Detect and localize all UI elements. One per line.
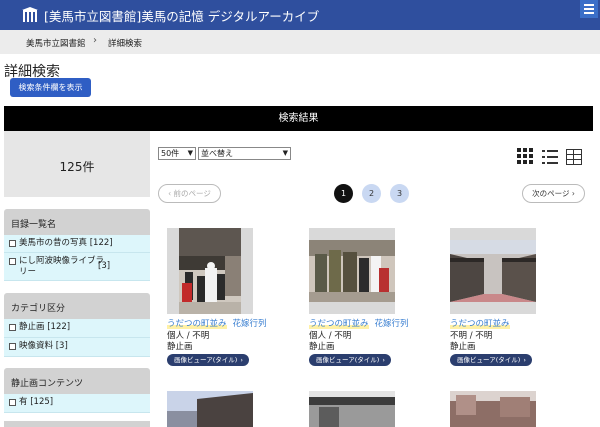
result-card[interactable]: うだつの町並み 花嫁行列 個人 / 不明 静止画 画像ビューア(タイル) ›: [309, 228, 439, 368]
result-card[interactable]: うだつの町並み 不明 / 不明 静止画 画像ビューア(タイル) ›: [450, 228, 580, 368]
street-photo: [167, 391, 253, 427]
result-type: 静止画: [309, 342, 335, 352]
results-header: 検索結果: [4, 106, 593, 131]
facet-item[interactable]: 有 [125]: [4, 394, 150, 413]
facet-sidebar: 125件 目録一覧名 美馬市の昔の写真 [122] にし阿波映像ライブラリー […: [4, 131, 150, 427]
facet-item[interactable]: 美馬市の昔の写真 [122]: [4, 235, 150, 253]
result-thumbnail[interactable]: [167, 228, 253, 314]
result-type: 静止画: [450, 342, 476, 352]
result-thumbnail[interactable]: [309, 391, 395, 427]
breadcrumb: 美馬市立図書館 › 詳細検索: [0, 30, 600, 54]
facet-checkbox[interactable]: [9, 343, 16, 350]
image-viewer-button[interactable]: 画像ビューア(タイル) ›: [450, 354, 532, 366]
chevron-right-icon: ›: [571, 189, 575, 198]
next-page-label: 次のページ: [532, 189, 570, 198]
facet-item-count: [125]: [30, 397, 54, 407]
page-number-current[interactable]: 1: [334, 184, 353, 203]
per-page-value: 50件: [161, 149, 180, 158]
prev-page-button[interactable]: ‹ 前のページ: [158, 184, 221, 203]
facet-item-count: [3]: [98, 261, 111, 271]
chevron-right-icon: ›: [240, 356, 243, 364]
per-page-select[interactable]: 50件 ▼: [158, 147, 196, 160]
chevron-right-icon: ›: [523, 356, 526, 364]
list-view-icon[interactable]: [542, 149, 558, 165]
sort-select[interactable]: 並べ替え ▼: [198, 147, 291, 160]
facet-item-label: にし阿波映像ライブラリー: [19, 256, 105, 277]
result-count: 125件: [59, 160, 95, 174]
show-search-conditions-button[interactable]: 検索条件欄を表示: [10, 78, 91, 97]
facet-item[interactable]: 映像資料 [3]: [4, 338, 150, 357]
facet-title-next: [4, 421, 150, 427]
result-title: うだつの町並み 花嫁行列: [309, 317, 449, 329]
chevron-left-icon: ‹: [168, 189, 172, 198]
image-viewer-button[interactable]: 画像ビューア(タイル) ›: [309, 354, 391, 366]
hamburger-menu-icon[interactable]: [580, 0, 598, 18]
table-view-icon[interactable]: [566, 149, 582, 165]
facet-item-label: 静止画: [19, 322, 45, 332]
chevron-down-icon: ▼: [282, 149, 288, 157]
result-thumbnail[interactable]: [309, 228, 395, 314]
grid-view-icon[interactable]: [517, 148, 535, 166]
wedding-procession-photo: [179, 228, 241, 314]
viewer-button-label: 画像ビューア(タイル): [316, 356, 380, 364]
result-title-link[interactable]: うだつの町並み: [167, 319, 227, 329]
result-count-box: 125件: [4, 131, 150, 197]
facet-title-still-image: 静止画コンテンツ: [4, 368, 150, 394]
result-thumbnail[interactable]: [450, 228, 536, 314]
result-title-link[interactable]: うだつの町並み: [450, 319, 510, 329]
chevron-right-icon: ›: [382, 356, 385, 364]
site-title[interactable]: [美馬市立図書館]美馬の記憶 デジタルアーカイブ: [44, 6, 319, 25]
result-title: うだつの町並み 花嫁行列: [167, 317, 307, 329]
result-title-link[interactable]: うだつの町並み: [309, 319, 369, 329]
facet-title-catalog: 目録一覧名: [4, 209, 150, 235]
viewer-button-label: 画像ビューア(タイル): [457, 356, 521, 364]
breadcrumb-current: 詳細検索: [108, 39, 143, 49]
facet-checkbox[interactable]: [9, 324, 16, 331]
result-subtitle-link[interactable]: 花嫁行列: [233, 319, 267, 329]
breadcrumb-home-link[interactable]: 美馬市立図書館: [26, 37, 86, 49]
result-title: うだつの町並み: [450, 317, 590, 329]
sort-value: 並べ替え: [201, 149, 233, 158]
chevron-right-icon: ›: [93, 35, 97, 46]
site-header: [美馬市立図書館]美馬の記憶 デジタルアーカイブ: [0, 0, 600, 30]
facet-item-count: [122]: [89, 238, 113, 248]
facet-item[interactable]: 静止画 [122]: [4, 319, 150, 338]
image-viewer-button[interactable]: 画像ビューア(タイル) ›: [167, 354, 249, 366]
facet-item-count: [3]: [55, 341, 68, 351]
page-number[interactable]: 2: [362, 184, 381, 203]
wedding-procession-photo: [309, 240, 395, 302]
result-card[interactable]: うだつの町並み 花嫁行列 個人 / 不明 静止画 画像ビューア(タイル) ›: [167, 228, 297, 368]
viewer-button-label: 画像ビューア(タイル): [174, 356, 238, 364]
street-photo: [309, 391, 395, 427]
library-building-icon[interactable]: [22, 7, 38, 23]
facet-item[interactable]: にし阿波映像ライブラリー [3]: [4, 253, 150, 281]
page-number[interactable]: 3: [390, 184, 409, 203]
prev-page-label: 前のページ: [173, 189, 211, 198]
facet-item-count: [122]: [47, 322, 71, 332]
result-type: 静止画: [167, 342, 193, 352]
facet-checkbox[interactable]: [9, 399, 16, 406]
facet-checkbox[interactable]: [9, 258, 16, 265]
facet-checkbox[interactable]: [9, 240, 16, 247]
facet-title-category: カテゴリ区分: [4, 293, 150, 319]
result-thumbnail[interactable]: [450, 391, 536, 427]
facet-item-label: 美馬市の昔の写真: [19, 238, 88, 248]
street-photo: [450, 391, 536, 427]
facet-item-label: 有: [19, 397, 28, 407]
udatsu-street-photo: [450, 240, 536, 302]
next-page-button[interactable]: 次のページ ›: [522, 184, 585, 203]
facet-item-label: 映像資料: [19, 341, 54, 351]
results-panel: 50件 ▼ 並べ替え ▼ ‹ 前のページ 1 2 3 次のページ › うだつの町…: [150, 131, 593, 427]
result-thumbnail[interactable]: [167, 391, 253, 427]
result-subtitle-link[interactable]: 花嫁行列: [375, 319, 409, 329]
chevron-down-icon: ▼: [187, 149, 193, 157]
